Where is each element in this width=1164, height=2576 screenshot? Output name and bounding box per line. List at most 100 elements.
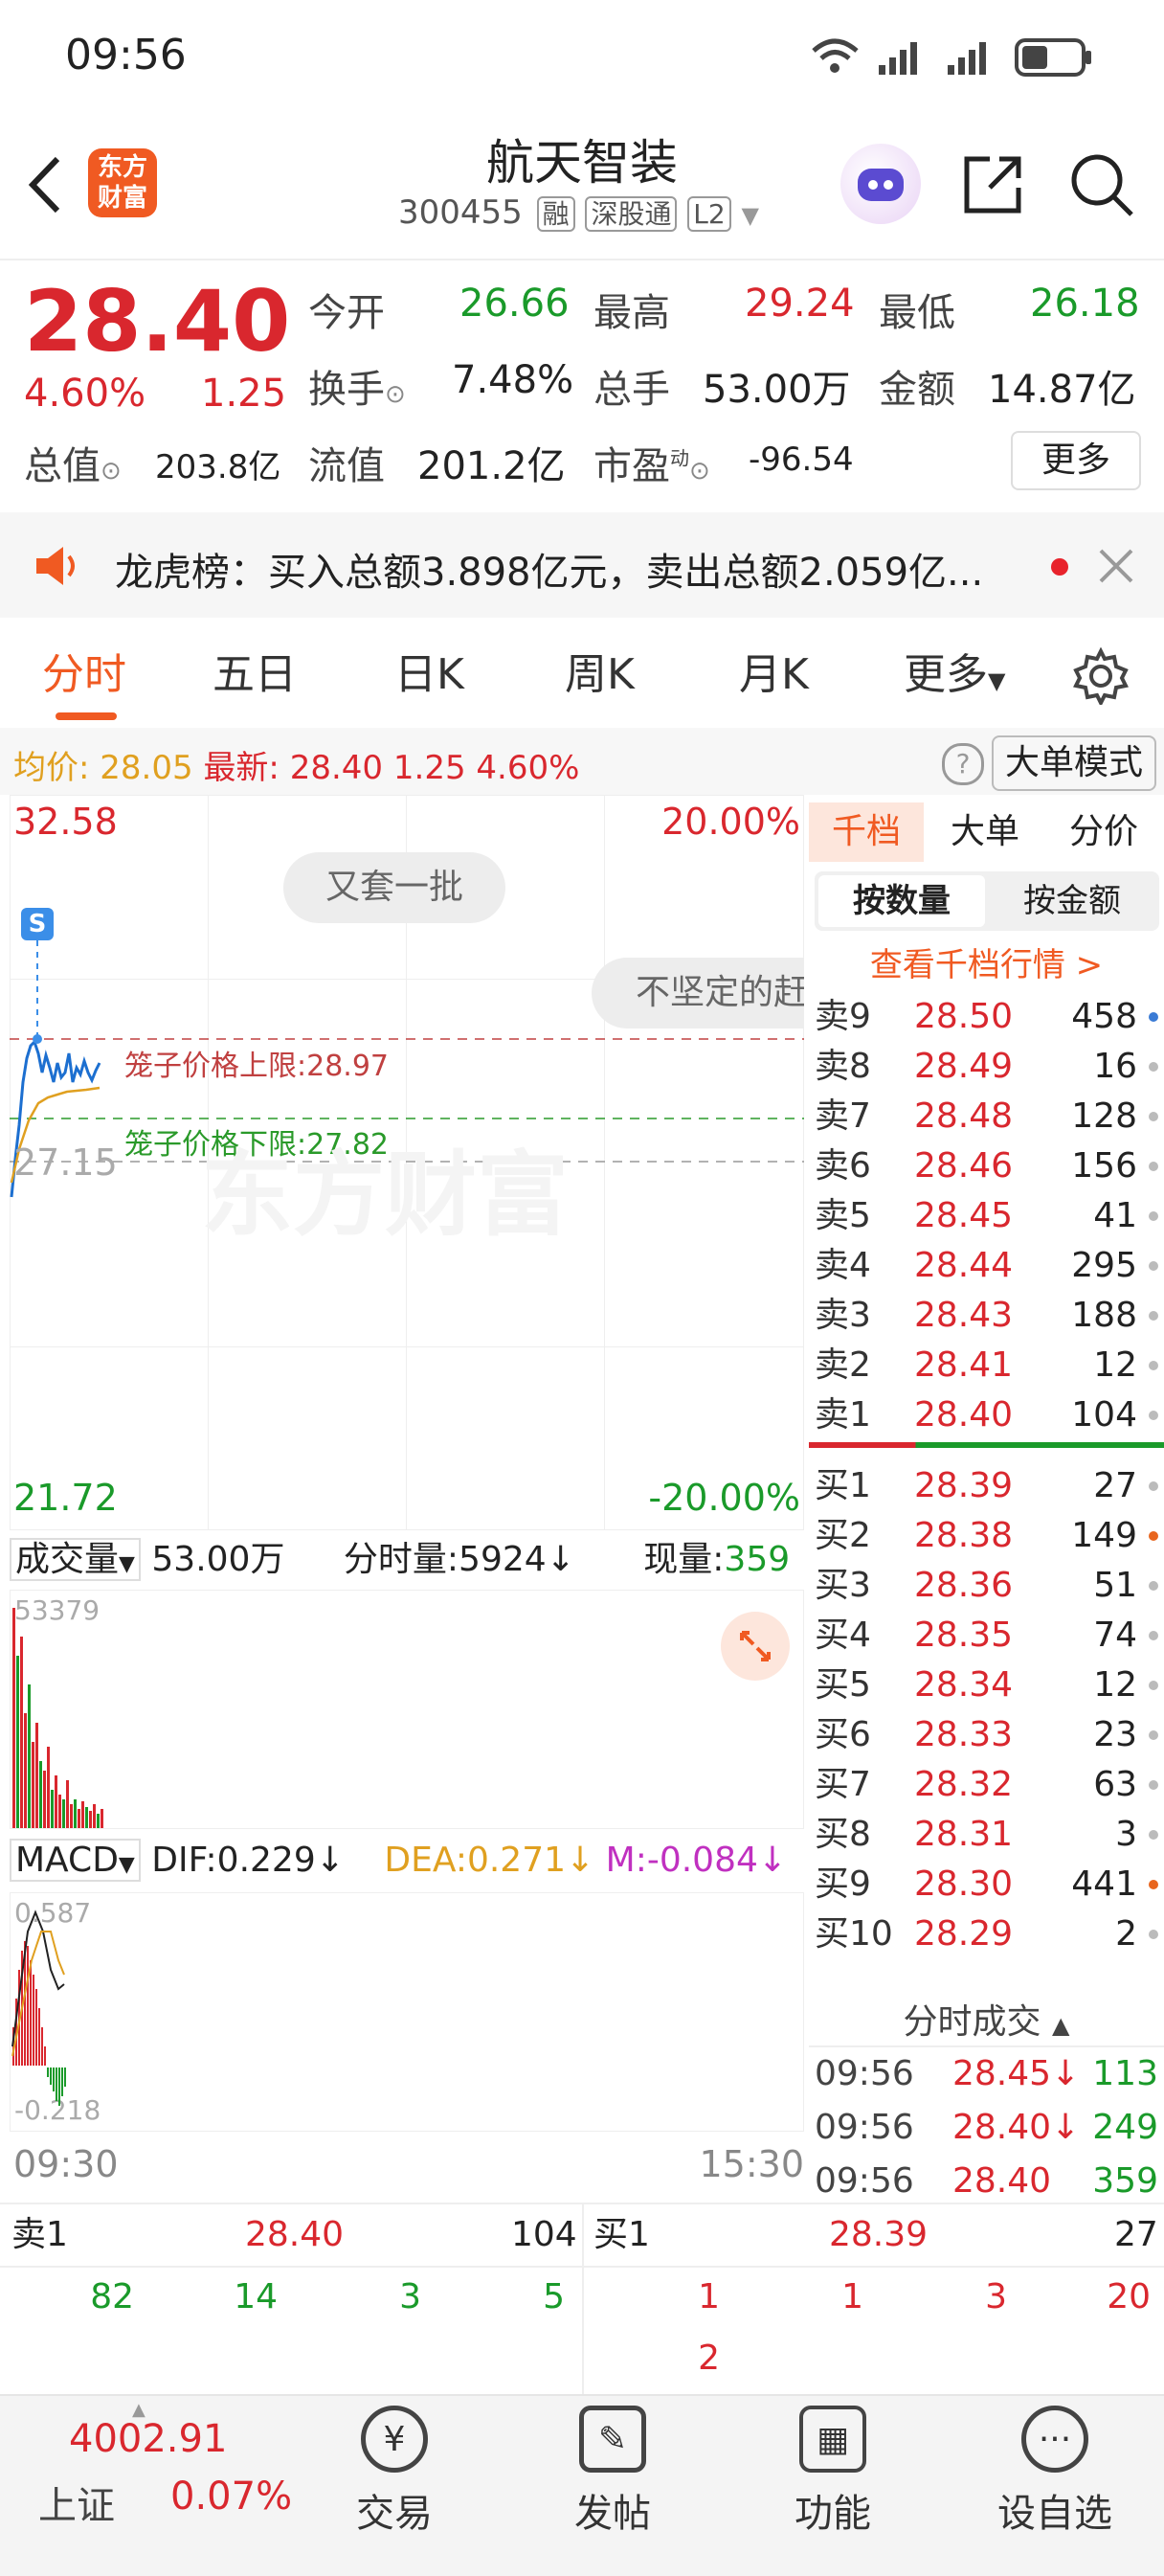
volume-bar xyxy=(28,1684,31,1828)
bid-level-row[interactable]: 买1 28.39 27 xyxy=(809,1461,1164,1511)
order-dot-icon xyxy=(1149,1162,1158,1171)
level-price: 28.41 xyxy=(914,1345,1014,1385)
level-label: 买1 xyxy=(815,1466,871,1505)
bid-level-row[interactable]: 买9 28.30 441 xyxy=(809,1860,1164,1909)
volume-bar xyxy=(93,1804,96,1828)
share-icon[interactable] xyxy=(961,153,1024,220)
view-depth-link[interactable]: 查看千档行情 > xyxy=(809,938,1164,985)
ask-level-row[interactable]: 卖2 28.41 12 xyxy=(809,1341,1164,1390)
ask-level-row[interactable]: 卖1 28.40 104 xyxy=(809,1390,1164,1440)
bid-level-row[interactable]: 买6 28.33 23 xyxy=(809,1710,1164,1760)
level-label: 买4 xyxy=(815,1616,871,1655)
by-amount-button[interactable]: 按金额 xyxy=(989,871,1155,931)
stock-name: 航天智装 xyxy=(486,135,678,191)
ask-level-row[interactable]: 卖7 28.48 128 xyxy=(809,1092,1164,1141)
tab-weekly-k[interactable]: 周K xyxy=(565,622,635,728)
by-quantity-button[interactable]: 按数量 xyxy=(818,875,985,927)
macd-indicator-select[interactable]: MACD▼ xyxy=(10,1839,141,1882)
nav-trade-label: 交易 xyxy=(356,2492,433,2536)
edit-icon: ✎ xyxy=(579,2406,646,2473)
bid-level-row[interactable]: 买10 28.29 2 xyxy=(809,1909,1164,1959)
watermark: 东方财富 xyxy=(201,1141,569,1249)
chevron-down-icon[interactable]: ▼ xyxy=(742,202,759,229)
bid-level-row[interactable]: 买2 28.38 149 xyxy=(809,1511,1164,1561)
level-volume: 3 xyxy=(1115,1815,1137,1854)
search-icon[interactable] xyxy=(1068,151,1137,224)
volume-bar xyxy=(55,1775,57,1828)
bid-level-row[interactable]: 买3 28.36 51 xyxy=(809,1561,1164,1611)
nav-trade[interactable]: ¥ 交易 xyxy=(318,2406,471,2538)
nav-functions[interactable]: ▦ 功能 xyxy=(756,2406,909,2538)
tab-big-orders[interactable]: 大单 xyxy=(928,802,1042,862)
nav-post[interactable]: ✎ 发帖 xyxy=(536,2406,689,2538)
back-button[interactable] xyxy=(21,151,69,218)
ask-level-row[interactable]: 卖6 28.46 156 xyxy=(809,1141,1164,1191)
tab-level-depth[interactable]: 千档 xyxy=(809,802,924,862)
tab-price-distribution[interactable]: 分价 xyxy=(1046,802,1161,862)
level-label: 买3 xyxy=(815,1566,871,1605)
volume-bar xyxy=(16,1656,19,1828)
tab-more[interactable]: 更多▼ xyxy=(904,622,1005,728)
current-volume: 359 xyxy=(724,1540,791,1579)
amount-value: 14.87亿 xyxy=(988,368,1136,412)
order-dot-icon xyxy=(1149,1311,1158,1321)
ask-level-row[interactable]: 卖4 28.44 295 xyxy=(809,1241,1164,1291)
volume-indicator-select[interactable]: 成交量▼ xyxy=(10,1538,141,1581)
level-volume: 63 xyxy=(1093,1765,1137,1804)
more-button[interactable]: 更多 xyxy=(1011,431,1141,490)
order-dot-icon xyxy=(1149,1481,1158,1491)
close-icon[interactable] xyxy=(1097,547,1135,589)
stock-code: 300455 xyxy=(398,193,523,232)
order-dot-icon xyxy=(1149,1261,1158,1271)
tab-five-day[interactable]: 五日 xyxy=(213,622,297,728)
level-label: 卖7 xyxy=(815,1096,871,1136)
order-dot-icon xyxy=(1149,1361,1158,1370)
order-book-panel: 千档 大单 分价 按数量 按金额 查看千档行情 > 卖9 28.50 458 卖8 28… xyxy=(809,795,1164,2203)
ask-level-row[interactable]: 卖9 28.50 458 xyxy=(809,992,1164,1042)
index-value: 4002.91 xyxy=(69,2417,228,2461)
big-order-mode-button[interactable]: 大单模式 xyxy=(992,735,1156,791)
bid-level-row[interactable]: 买4 28.35 74 xyxy=(809,1611,1164,1661)
level-volume: 128 xyxy=(1071,1096,1137,1136)
turnover-label: 换手⊙ xyxy=(308,368,406,412)
pe-label: 市盈动⊙ xyxy=(593,444,710,488)
trades-list: 09:56 28.45↓ 113 09:56 28.40↓ 249 09:56 28.40 35… xyxy=(809,2049,1164,2212)
level-volume: 41 xyxy=(1093,1196,1137,1235)
market-cap-value: 203.8亿 xyxy=(155,448,281,486)
status-bar: 09:56 xyxy=(0,0,1164,115)
notice-text: 龙虎榜：买入总额3.898亿元，卖出总额2.059亿... xyxy=(115,551,984,595)
queue-order: 5 xyxy=(543,2277,565,2316)
ask-level-row[interactable]: 卖3 28.43 188 xyxy=(809,1291,1164,1341)
level-label: 卖8 xyxy=(815,1047,871,1086)
notice-bar[interactable]: 龙虎榜：买入总额3.898亿元，卖出总额2.059亿... xyxy=(0,512,1164,618)
high-label: 最高 xyxy=(593,291,670,335)
level-label: 买2 xyxy=(815,1516,871,1555)
robot-assistant-icon[interactable] xyxy=(840,144,921,224)
bid-level-row[interactable]: 买7 28.32 63 xyxy=(809,1760,1164,1810)
intraday-chart[interactable]: 32.58 20.00% 又套一批 不坚定的赶 S 笼子价格上限:28.97 笼… xyxy=(10,795,804,2212)
tab-daily-k[interactable]: 日K xyxy=(394,622,464,728)
macd-dif: DIF:0.229↓ xyxy=(151,1841,345,1880)
queue-order: 2 xyxy=(698,2339,720,2378)
queue-order: 14 xyxy=(234,2277,278,2316)
trades-header[interactable]: 分时成交 ▲ xyxy=(809,1994,1164,2044)
trade-volume: 113 xyxy=(1092,2054,1158,2093)
level-volume: 16 xyxy=(1093,1047,1137,1086)
stock-code-row: 300455 融 深股通 L2 ▼ xyxy=(398,193,759,232)
macd-bar xyxy=(44,2046,46,2066)
expand-icon[interactable] xyxy=(721,1612,790,1681)
ask-level-row[interactable]: 卖5 28.45 41 xyxy=(809,1191,1164,1241)
bid-level-row[interactable]: 买5 28.34 12 xyxy=(809,1661,1164,1710)
ask-level-row[interactable]: 卖8 28.49 16 xyxy=(809,1042,1164,1092)
volume-bar xyxy=(70,1804,73,1828)
help-icon[interactable]: ? xyxy=(942,743,984,785)
index-ticker[interactable]: ▲ 4002.91 上证 0.07% xyxy=(0,2396,292,2576)
tab-monthly-k[interactable]: 月K xyxy=(739,622,809,728)
settings-gear-icon[interactable] xyxy=(1072,646,1130,709)
level1-quote-bar: 卖1 28.40 104 买1 28.39 27 82 14 3 5 1 1 3 20 2 xyxy=(0,2203,1164,2396)
tag-connect: 深股通 xyxy=(585,196,678,232)
period-tabs: 分时 五日 日K 周K 月K 更多▼ xyxy=(0,622,1164,730)
low-value: 26.18 xyxy=(1030,282,1140,326)
nav-add-watchlist[interactable]: ··· 设自选 xyxy=(978,2406,1131,2538)
bid-level-row[interactable]: 买8 28.31 3 xyxy=(809,1810,1164,1860)
